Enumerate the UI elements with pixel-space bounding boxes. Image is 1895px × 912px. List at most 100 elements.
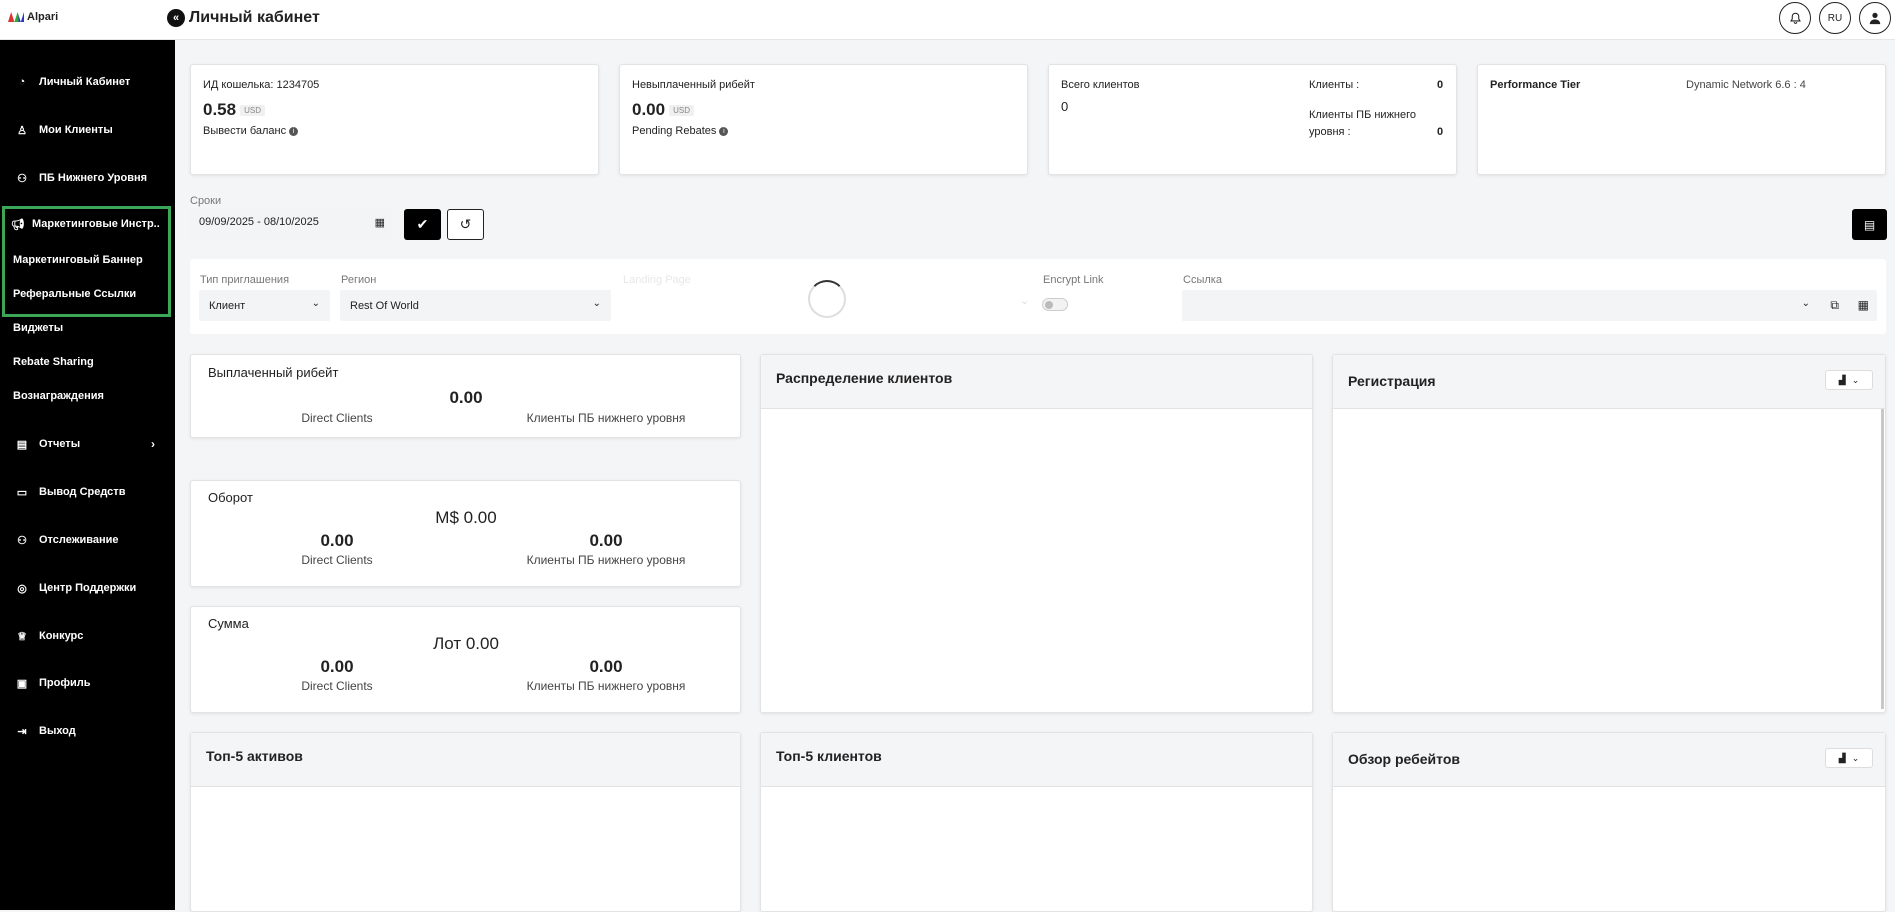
tracking-icon: ⚇ — [17, 534, 27, 547]
sidebar-item-reports[interactable]: ▤ Отчеты › — [0, 431, 175, 457]
collapse-sidebar-icon[interactable]: « — [167, 9, 185, 27]
unpaid-rebate-card: Невыплаченный рибейт 0.00 USD Pending Reb… — [619, 64, 1028, 175]
info-icon[interactable]: i — [719, 126, 729, 136]
notifications-button[interactable] — [1779, 2, 1811, 34]
page-title: Личный кабинет — [189, 9, 320, 26]
sum-direct-value: 0.00 — [320, 657, 354, 676]
invite-type-select[interactable]: Клиент ⌄ — [199, 290, 330, 321]
apply-button[interactable]: ✔ — [404, 209, 441, 240]
sidebar-item-my-clients[interactable]: ♙ Мои Клиенты — [0, 117, 175, 143]
sidebar-item-contest[interactable]: ♕ Конкурс — [0, 623, 175, 649]
sum-title: Сумма — [208, 616, 249, 631]
trophy-icon: ♕ — [17, 630, 27, 643]
scrollbar[interactable] — [1881, 409, 1884, 709]
rebate-overview-title: Обзор ребейтов — [1333, 733, 1885, 787]
group-icon: ⚇ — [17, 172, 27, 185]
direct-clients-label: Direct Clients — [301, 679, 373, 693]
logo[interactable]: Alpari — [8, 11, 58, 23]
registration-title: Регистрация — [1333, 355, 1885, 409]
clients-label: Клиенты : — [1309, 79, 1360, 91]
link-select[interactable]: ⌄ ⧉ ▦ — [1182, 290, 1877, 321]
withdraw-balance-link[interactable]: Вывести баланс i — [203, 125, 299, 137]
paid-rebate-value: 0.00 — [449, 388, 483, 407]
clients-value: 0 — [1437, 79, 1444, 91]
wallet-icon: ▭ — [16, 486, 28, 499]
top-clients-panel: Топ-5 клиентов — [760, 732, 1313, 912]
sidebar-item-sub-ib[interactable]: ⚇ ПБ Нижнего Уровня — [0, 165, 175, 191]
export-button[interactable]: ▤ — [1852, 209, 1887, 240]
sidebar-item-profile[interactable]: ▣ Профиль — [0, 670, 175, 696]
sidebar-item-tracking[interactable]: ⚇ Отслеживание — [0, 527, 175, 553]
top-clients-title: Топ-5 клиентов — [761, 733, 1312, 787]
top-bar: Alpari « Личный кабинет RU — [0, 0, 1895, 40]
turnover-title: Оборот — [208, 490, 253, 505]
pending-rebates-label: Pending Rebates i — [632, 125, 729, 137]
clients-card: Всего клиентов 0 Клиенты : 0 Клиенты ПБ … — [1048, 64, 1457, 175]
top-assets-panel: Топ-5 активов — [190, 732, 741, 912]
registration-panel: Регистрация ▟ ⌄ — [1332, 354, 1886, 713]
sum-card: Сумма Лот 0.00 0.00 0.00 Direct Clients … — [190, 606, 741, 713]
turnover-total: M$ 0.00 — [435, 508, 497, 527]
region-label: Регион — [341, 274, 377, 286]
sidebar-item-support[interactable]: ◎ Центр Поддержки — [0, 575, 175, 601]
sum-total: Лот 0.00 — [433, 634, 499, 653]
unpaid-rebate-value: 0.00 — [632, 100, 666, 119]
client-distribution-title: Распределение клиентов — [761, 355, 1312, 409]
client-distribution-panel: Распределение клиентов — [760, 354, 1313, 713]
wallet-id-label: ИД кошелька: 1234705 — [203, 79, 320, 91]
rebate-overview-panel: Обзор ребейтов ▟ ⌄ — [1332, 732, 1886, 912]
refresh-icon: ↺ — [459, 216, 472, 232]
calendar-icon[interactable]: ▦ — [375, 216, 385, 229]
total-clients-label: Всего клиентов — [1061, 79, 1140, 91]
id-card-icon: ▣ — [16, 677, 28, 690]
performance-tier-card: Performance Tier Dynamic Network 6.6 : 4 — [1477, 64, 1886, 175]
info-icon[interactable]: i — [289, 126, 299, 136]
chart-type-button[interactable]: ▟ ⌄ — [1825, 748, 1873, 768]
sidebar-item-logout[interactable]: ⇥ Выход — [0, 718, 175, 744]
direct-clients-label: Direct Clients — [301, 553, 373, 567]
chevron-down-icon: ⌄ — [1801, 298, 1810, 309]
chevron-down-icon: ⌄ — [1020, 295, 1030, 307]
date-range-input[interactable]: 09/09/2025 - 08/10/2025 ▦ — [190, 209, 393, 240]
sidebar-item-rebate-sharing[interactable]: Rebate Sharing — [0, 349, 175, 375]
sub-clients-label-2: уровня : — [1309, 126, 1351, 138]
reset-button[interactable]: ↺ — [447, 209, 484, 240]
total-clients-value: 0 — [1061, 99, 1069, 114]
sidebar-item-withdrawal[interactable]: ▭ Вывод Средств — [0, 479, 175, 505]
landing-page-label: Landing Page — [623, 274, 691, 286]
sidebar-item-dashboard[interactable]: ◔ Личный Кабинет — [0, 69, 175, 95]
encrypt-link-label: Encrypt Link — [1043, 274, 1104, 286]
logout-icon: ⇥ — [17, 725, 27, 738]
language-label: RU — [1827, 12, 1843, 24]
chevron-down-icon: ⌄ — [1851, 752, 1860, 763]
sub-clients-label-1: Клиенты ПБ нижнего — [1309, 109, 1417, 121]
encrypt-link-toggle[interactable] — [1042, 298, 1068, 311]
link-filter-bar: Тип приглашения Клиент ⌄ Регион Rest Of W… — [190, 259, 1886, 334]
region-select[interactable]: Rest Of World ⌄ — [340, 290, 611, 321]
sub-ib-clients-label: Клиенты ПБ нижнего уровня — [526, 411, 686, 425]
logo-text: Alpari — [27, 11, 59, 23]
sidebar-item-widgets[interactable]: Виджеты — [0, 315, 175, 341]
chevron-right-icon: › — [151, 437, 155, 451]
profile-button[interactable] — [1859, 2, 1891, 34]
turnover-card: Оборот M$ 0.00 0.00 0.00 Direct Clients … — [190, 480, 741, 587]
qr-code-icon[interactable]: ▦ — [1858, 298, 1869, 312]
sum-sub-ib-value: 0.00 — [589, 657, 623, 676]
top-assets-title: Топ-5 активов — [191, 733, 740, 787]
chart-type-button[interactable]: ▟ ⌄ — [1825, 370, 1873, 390]
currency-badge: USD — [669, 105, 694, 117]
sub-ib-clients-label: Клиенты ПБ нижнего уровня — [526, 553, 686, 567]
wallet-balance: 0.58 — [203, 100, 237, 119]
sidebar-item-rewards[interactable]: Вознаграждения — [0, 383, 175, 409]
wallet-card: ИД кошелька: 1234705 0.58 USD Вывести бал… — [190, 64, 599, 175]
language-button[interactable]: RU — [1819, 2, 1851, 34]
check-icon: ✔ — [416, 216, 429, 232]
chevron-down-icon: ⌄ — [1851, 374, 1860, 385]
marketing-tools-highlight — [2, 206, 171, 317]
sub-clients-value: 0 — [1437, 126, 1444, 138]
user-icon: ♙ — [17, 124, 27, 137]
unpaid-rebate-label: Невыплаченный рибейт — [632, 79, 755, 91]
headset-icon: ◎ — [17, 582, 27, 595]
dashboard-icon: ◔ — [18, 76, 26, 88]
copy-icon[interactable]: ⧉ — [1830, 298, 1839, 313]
